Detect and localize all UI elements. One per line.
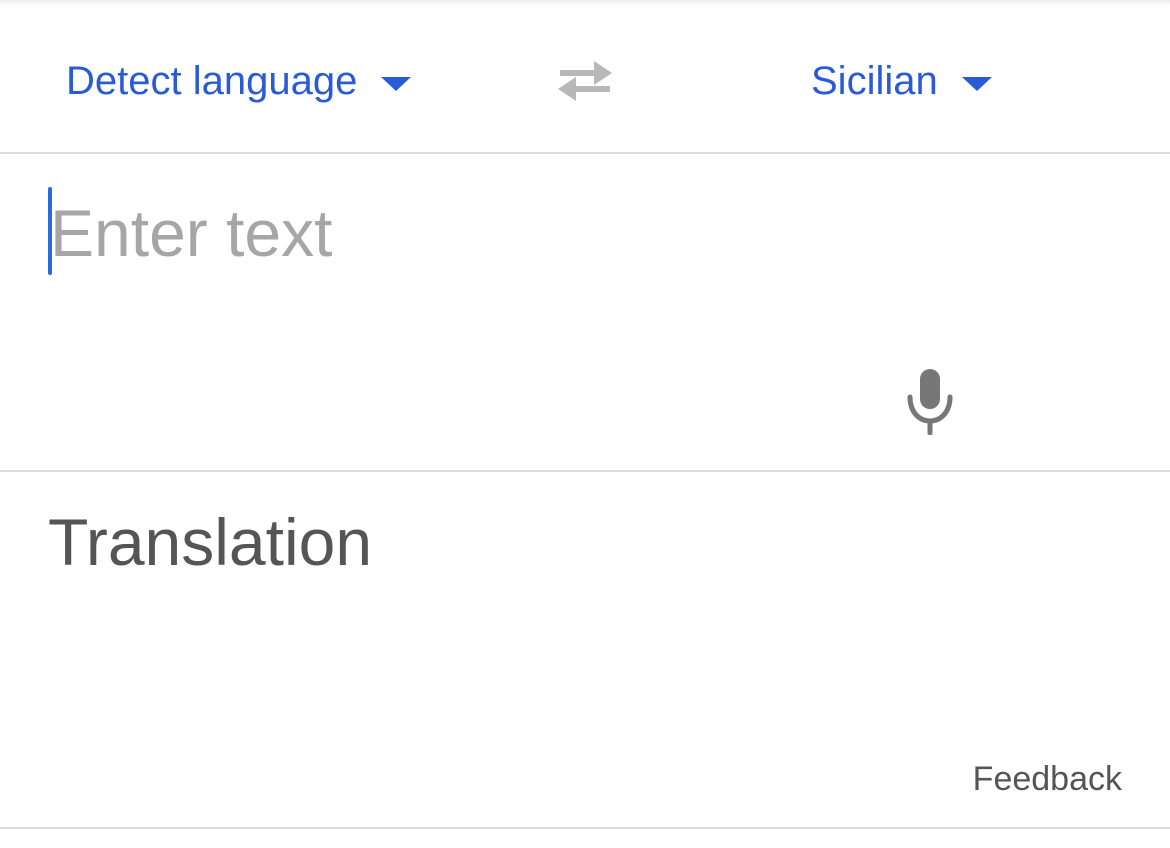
feedback-link[interactable]: Feedback bbox=[973, 760, 1122, 799]
translation-placeholder: Translation bbox=[48, 505, 373, 579]
language-bar: Detect language Sicilian bbox=[0, 0, 1170, 153]
voice-input-button[interactable] bbox=[900, 365, 960, 436]
swap-arrows-icon bbox=[558, 61, 612, 101]
target-language-label: Sicilian bbox=[811, 58, 938, 103]
source-text-area bbox=[0, 155, 1170, 470]
divider bbox=[0, 152, 1170, 154]
source-language-select[interactable]: Detect language bbox=[66, 56, 412, 106]
source-text-input[interactable] bbox=[50, 183, 850, 283]
chevron-down-icon bbox=[381, 77, 412, 91]
chevron-down-icon bbox=[961, 77, 992, 91]
target-language-select[interactable]: Sicilian bbox=[811, 56, 992, 106]
translation-area: Translation Feedback bbox=[0, 474, 1170, 827]
divider bbox=[0, 827, 1170, 829]
divider bbox=[0, 470, 1170, 472]
source-language-label: Detect language bbox=[66, 58, 358, 103]
swap-languages-button[interactable] bbox=[552, 56, 618, 106]
microphone-icon bbox=[907, 369, 953, 436]
